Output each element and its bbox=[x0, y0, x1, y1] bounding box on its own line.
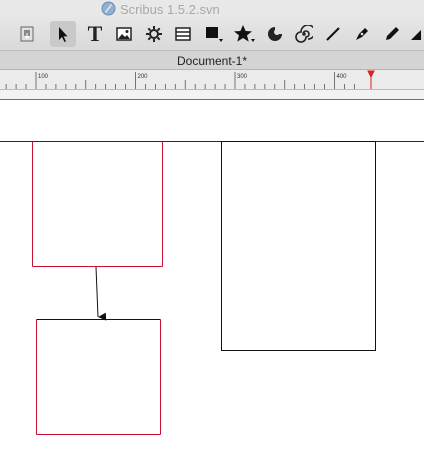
arc-icon[interactable] bbox=[262, 21, 288, 47]
horizontal-ruler[interactable]: 100 200 300 400 bbox=[0, 70, 424, 90]
document-tab-label: Document-1* bbox=[176, 54, 248, 68]
main-toolbar: T bbox=[0, 18, 424, 50]
image-frame-icon[interactable] bbox=[111, 21, 137, 47]
polygon-star-icon[interactable] bbox=[232, 21, 258, 47]
ruler-label: 200 bbox=[138, 74, 149, 80]
ruler-label: 400 bbox=[337, 74, 348, 80]
frame-right[interactable] bbox=[221, 141, 376, 351]
spiral-icon[interactable] bbox=[291, 21, 317, 47]
render-frame-icon[interactable] bbox=[141, 21, 167, 47]
bezier-pen-icon[interactable] bbox=[349, 21, 375, 47]
freehand-pencil-icon[interactable] bbox=[379, 21, 405, 47]
table-icon[interactable] bbox=[170, 21, 196, 47]
save-pdf-icon[interactable] bbox=[14, 21, 40, 47]
ruler-scale: 100 200 300 400 bbox=[5, 70, 375, 89]
calligraphic-icon[interactable] bbox=[406, 21, 424, 47]
text-frame-top-left[interactable] bbox=[32, 141, 163, 267]
page-canvas[interactable] bbox=[0, 100, 424, 460]
text-frame-glyph: T bbox=[87, 21, 103, 46]
scribus-logo-icon bbox=[101, 1, 116, 16]
cursor-position-marker bbox=[367, 70, 375, 89]
title-bar: Scribus 1.5.2.svn bbox=[0, 0, 424, 18]
ruler-label: 100 bbox=[38, 74, 49, 80]
page-drawing bbox=[0, 141, 424, 435]
text-frame-bottom-left[interactable] bbox=[36, 319, 161, 435]
pasteboard-strip bbox=[0, 90, 424, 100]
shape-icon[interactable] bbox=[201, 21, 227, 47]
text-frame-icon[interactable]: T bbox=[82, 21, 108, 47]
ruler-label: 300 bbox=[237, 74, 248, 80]
line-icon[interactable] bbox=[320, 21, 346, 47]
text-link-arrow[interactable] bbox=[95, 266, 107, 321]
document-tab[interactable]: Document-1* bbox=[0, 50, 424, 70]
select-arrow-icon[interactable] bbox=[50, 21, 76, 47]
window-title: Scribus 1.5.2.svn bbox=[120, 2, 220, 17]
